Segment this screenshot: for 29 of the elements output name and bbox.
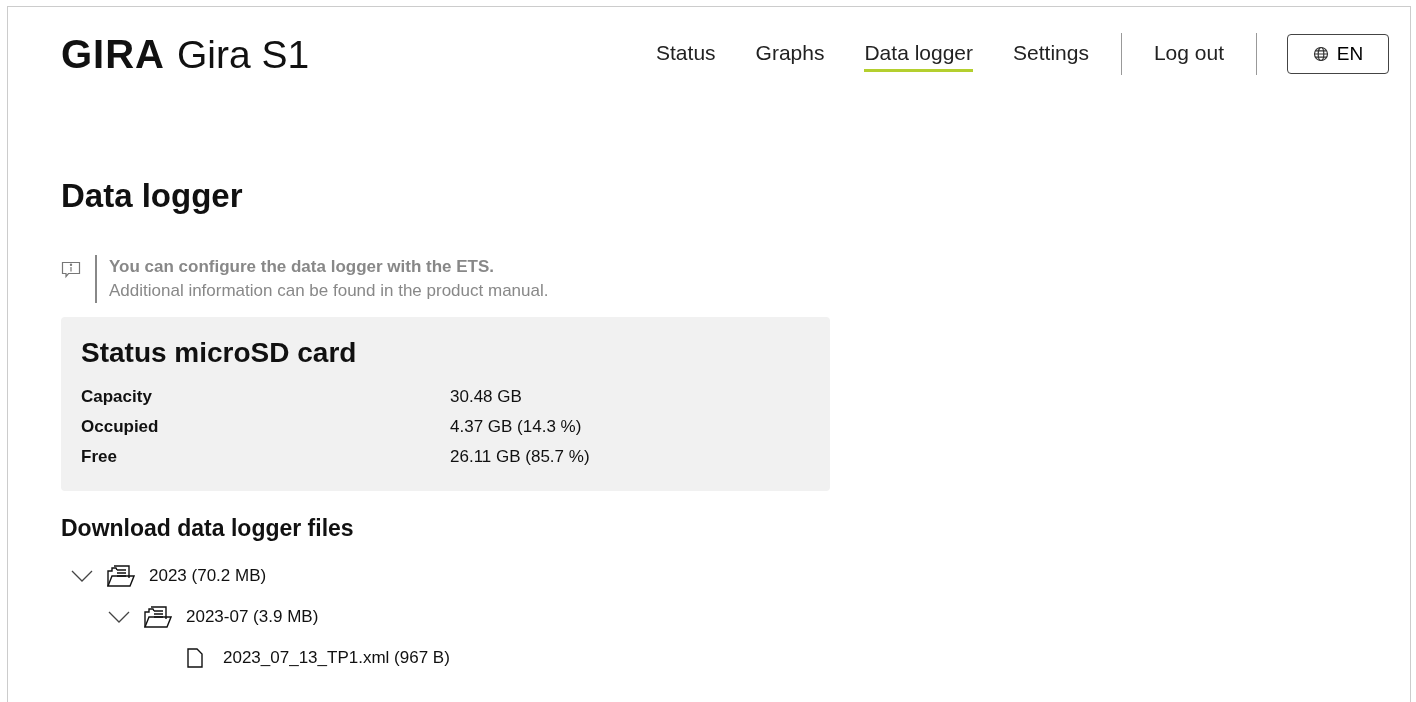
- logout-link[interactable]: Log out: [1153, 36, 1224, 72]
- info-text: Additional information can be found in the product manual.: [109, 280, 549, 302]
- folder-icon: [144, 605, 172, 628]
- page-title: Data logger: [61, 177, 244, 215]
- folder-label[interactable]: 2023-07 (3.9 MB): [186, 606, 319, 627]
- row-label: Capacity: [81, 387, 153, 407]
- chevron-icon[interactable]: [108, 610, 130, 623]
- folder-icon: [107, 564, 135, 587]
- card-title: Status microSD card: [81, 337, 358, 369]
- row-label: Free: [81, 447, 118, 467]
- nav-tab[interactable]: Settings: [1013, 36, 1089, 72]
- folder-label[interactable]: 2023 (70.2 MB): [149, 565, 267, 586]
- row-value: 30.48 GB: [450, 387, 523, 407]
- product-name: Gira S1: [177, 32, 310, 77]
- file-icon: [187, 647, 203, 668]
- chevron-icon[interactable]: [71, 569, 93, 582]
- language-button[interactable]: EN: [1287, 34, 1389, 74]
- info-icon: [61, 261, 81, 279]
- file-link[interactable]: 2023_07_13_TP1.xml (967 B): [223, 647, 450, 668]
- globe-icon: [1312, 46, 1329, 62]
- info-heading: You can configure the data logger with the ETS.: [109, 256, 496, 278]
- brand-logo: GIRA: [61, 31, 165, 77]
- nav-tab[interactable]: Status: [656, 36, 716, 72]
- row-label: Occupied: [81, 417, 160, 437]
- nav-tab[interactable]: Data logger: [864, 36, 974, 72]
- nav-tab[interactable]: Graphs: [755, 36, 825, 72]
- section-title: Download data logger files: [61, 515, 355, 542]
- row-value: 26.11 GB (85.7 %): [450, 447, 591, 467]
- row-value: 4.37 GB (14.3 %): [450, 417, 583, 437]
